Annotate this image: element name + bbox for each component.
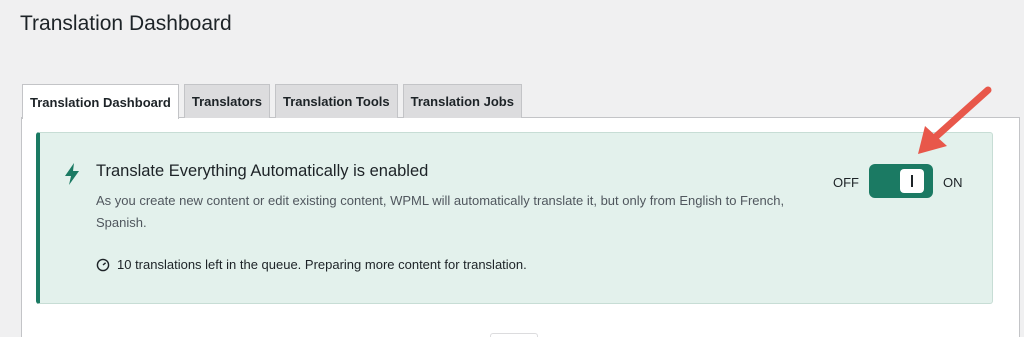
tab-translators[interactable]: Translators: [183, 84, 270, 118]
annotation-arrow-icon: [918, 86, 992, 154]
toggle-knob[interactable]: [900, 169, 924, 193]
auto-translate-toggle[interactable]: [869, 164, 933, 198]
clock-icon: [96, 258, 110, 271]
queue-status: 10 translations left in the queue. Prepa…: [96, 257, 527, 272]
queue-status-text: 10 translations left in the queue. Prepa…: [117, 257, 527, 272]
notice-description: As you create new content or edit existi…: [96, 193, 785, 230]
toggle-on-label: ON: [943, 175, 963, 190]
translation-dashboard-page: Translation Dashboard Translation Dashbo…: [0, 0, 1024, 337]
tab-translation-tools[interactable]: Translation Tools: [274, 84, 398, 118]
bolt-icon: [65, 163, 79, 185]
notice-heading: Translate Everything Automatically is en…: [96, 162, 429, 180]
tab-translation-jobs[interactable]: Translation Jobs: [402, 84, 522, 118]
panel-footer-stub: [490, 333, 538, 337]
tab-bar: Translation Dashboard Translators Transl…: [22, 84, 522, 119]
tab-translation-dashboard[interactable]: Translation Dashboard: [22, 84, 179, 119]
toggle-off-label: OFF: [833, 175, 859, 190]
page-title: Translation Dashboard: [20, 12, 232, 35]
